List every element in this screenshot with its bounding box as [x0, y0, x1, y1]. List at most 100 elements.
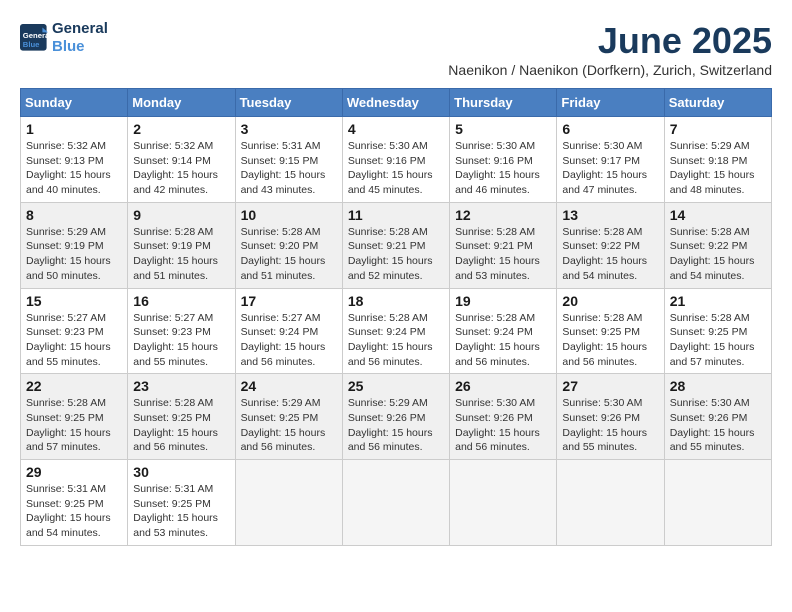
day-info: Sunrise: 5:30 AM Sunset: 9:16 PM Dayligh… — [455, 139, 551, 198]
day-number: 7 — [670, 121, 766, 137]
day-info: Sunrise: 5:31 AM Sunset: 9:25 PM Dayligh… — [26, 482, 122, 541]
calendar-cell — [235, 460, 342, 546]
sunset-text: Sunset: 9:25 PM — [26, 497, 122, 512]
sunset-text: Sunset: 9:19 PM — [133, 239, 229, 254]
calendar-cell: 22 Sunrise: 5:28 AM Sunset: 9:25 PM Dayl… — [21, 374, 128, 460]
sunset-text: Sunset: 9:14 PM — [133, 154, 229, 169]
calendar-cell: 8 Sunrise: 5:29 AM Sunset: 9:19 PM Dayli… — [21, 202, 128, 288]
day-number: 21 — [670, 293, 766, 309]
day-info: Sunrise: 5:28 AM Sunset: 9:20 PM Dayligh… — [241, 225, 337, 284]
sunset-text: Sunset: 9:25 PM — [133, 497, 229, 512]
sunrise-text: Sunrise: 5:30 AM — [562, 139, 658, 154]
sunrise-text: Sunrise: 5:29 AM — [241, 396, 337, 411]
sunrise-text: Sunrise: 5:30 AM — [562, 396, 658, 411]
sunrise-text: Sunrise: 5:30 AM — [455, 139, 551, 154]
calendar-cell: 2 Sunrise: 5:32 AM Sunset: 9:14 PM Dayli… — [128, 117, 235, 203]
day-info: Sunrise: 5:32 AM Sunset: 9:13 PM Dayligh… — [26, 139, 122, 198]
day-number: 27 — [562, 378, 658, 394]
daylight-text: Daylight: 15 hours and 45 minutes. — [348, 168, 444, 197]
day-info: Sunrise: 5:30 AM Sunset: 9:26 PM Dayligh… — [455, 396, 551, 455]
calendar-cell: 17 Sunrise: 5:27 AM Sunset: 9:24 PM Dayl… — [235, 288, 342, 374]
daylight-text: Daylight: 15 hours and 55 minutes. — [562, 426, 658, 455]
sunset-text: Sunset: 9:26 PM — [670, 411, 766, 426]
sunset-text: Sunset: 9:23 PM — [133, 325, 229, 340]
month-title: June 2025 — [448, 20, 772, 62]
calendar-cell: 5 Sunrise: 5:30 AM Sunset: 9:16 PM Dayli… — [450, 117, 557, 203]
sunset-text: Sunset: 9:26 PM — [348, 411, 444, 426]
sunrise-text: Sunrise: 5:29 AM — [670, 139, 766, 154]
daylight-text: Daylight: 15 hours and 56 minutes. — [348, 426, 444, 455]
daylight-text: Daylight: 15 hours and 42 minutes. — [133, 168, 229, 197]
daylight-text: Daylight: 15 hours and 56 minutes. — [348, 340, 444, 369]
daylight-text: Daylight: 15 hours and 51 minutes. — [133, 254, 229, 283]
day-number: 30 — [133, 464, 229, 480]
day-info: Sunrise: 5:28 AM Sunset: 9:24 PM Dayligh… — [455, 311, 551, 370]
day-number: 15 — [26, 293, 122, 309]
sunrise-text: Sunrise: 5:28 AM — [562, 311, 658, 326]
sunset-text: Sunset: 9:16 PM — [348, 154, 444, 169]
day-info: Sunrise: 5:29 AM Sunset: 9:26 PM Dayligh… — [348, 396, 444, 455]
sunrise-text: Sunrise: 5:31 AM — [26, 482, 122, 497]
sunrise-text: Sunrise: 5:31 AM — [241, 139, 337, 154]
sunrise-text: Sunrise: 5:30 AM — [670, 396, 766, 411]
day-info: Sunrise: 5:28 AM Sunset: 9:21 PM Dayligh… — [348, 225, 444, 284]
calendar-cell: 12 Sunrise: 5:28 AM Sunset: 9:21 PM Dayl… — [450, 202, 557, 288]
page-header: General Blue General Blue June 2025 Naen… — [20, 20, 772, 78]
sunrise-text: Sunrise: 5:29 AM — [26, 225, 122, 240]
sunset-text: Sunset: 9:25 PM — [670, 325, 766, 340]
calendar-cell: 20 Sunrise: 5:28 AM Sunset: 9:25 PM Dayl… — [557, 288, 664, 374]
sunrise-text: Sunrise: 5:32 AM — [26, 139, 122, 154]
calendar-cell: 9 Sunrise: 5:28 AM Sunset: 9:19 PM Dayli… — [128, 202, 235, 288]
calendar-cell: 13 Sunrise: 5:28 AM Sunset: 9:22 PM Dayl… — [557, 202, 664, 288]
calendar-cell — [342, 460, 449, 546]
col-monday: Monday — [128, 89, 235, 117]
day-info: Sunrise: 5:30 AM Sunset: 9:17 PM Dayligh… — [562, 139, 658, 198]
calendar-cell: 19 Sunrise: 5:28 AM Sunset: 9:24 PM Dayl… — [450, 288, 557, 374]
sunrise-text: Sunrise: 5:31 AM — [133, 482, 229, 497]
daylight-text: Daylight: 15 hours and 55 minutes. — [26, 340, 122, 369]
day-info: Sunrise: 5:29 AM Sunset: 9:25 PM Dayligh… — [241, 396, 337, 455]
day-number: 2 — [133, 121, 229, 137]
day-info: Sunrise: 5:30 AM Sunset: 9:16 PM Dayligh… — [348, 139, 444, 198]
calendar-cell — [450, 460, 557, 546]
day-number: 5 — [455, 121, 551, 137]
daylight-text: Daylight: 15 hours and 43 minutes. — [241, 168, 337, 197]
day-info: Sunrise: 5:28 AM Sunset: 9:21 PM Dayligh… — [455, 225, 551, 284]
calendar-cell: 15 Sunrise: 5:27 AM Sunset: 9:23 PM Dayl… — [21, 288, 128, 374]
calendar-cell: 24 Sunrise: 5:29 AM Sunset: 9:25 PM Dayl… — [235, 374, 342, 460]
daylight-text: Daylight: 15 hours and 56 minutes. — [455, 340, 551, 369]
day-number: 28 — [670, 378, 766, 394]
sunrise-text: Sunrise: 5:28 AM — [241, 225, 337, 240]
day-info: Sunrise: 5:28 AM Sunset: 9:22 PM Dayligh… — [670, 225, 766, 284]
sunrise-text: Sunrise: 5:28 AM — [562, 225, 658, 240]
sunrise-text: Sunrise: 5:28 AM — [670, 311, 766, 326]
day-info: Sunrise: 5:28 AM Sunset: 9:19 PM Dayligh… — [133, 225, 229, 284]
daylight-text: Daylight: 15 hours and 40 minutes. — [26, 168, 122, 197]
sunset-text: Sunset: 9:23 PM — [26, 325, 122, 340]
sunset-text: Sunset: 9:25 PM — [26, 411, 122, 426]
daylight-text: Daylight: 15 hours and 56 minutes. — [133, 426, 229, 455]
daylight-text: Daylight: 15 hours and 50 minutes. — [26, 254, 122, 283]
sunrise-text: Sunrise: 5:27 AM — [241, 311, 337, 326]
calendar-cell: 28 Sunrise: 5:30 AM Sunset: 9:26 PM Dayl… — [664, 374, 771, 460]
day-number: 9 — [133, 207, 229, 223]
calendar-cell: 18 Sunrise: 5:28 AM Sunset: 9:24 PM Dayl… — [342, 288, 449, 374]
location-title: Naenikon / Naenikon (Dorfkern), Zurich, … — [448, 62, 772, 78]
col-friday: Friday — [557, 89, 664, 117]
daylight-text: Daylight: 15 hours and 53 minutes. — [455, 254, 551, 283]
daylight-text: Daylight: 15 hours and 55 minutes. — [670, 426, 766, 455]
sunrise-text: Sunrise: 5:27 AM — [133, 311, 229, 326]
calendar-cell — [664, 460, 771, 546]
day-number: 22 — [26, 378, 122, 394]
sunset-text: Sunset: 9:22 PM — [670, 239, 766, 254]
sunset-text: Sunset: 9:21 PM — [348, 239, 444, 254]
calendar-cell: 10 Sunrise: 5:28 AM Sunset: 9:20 PM Dayl… — [235, 202, 342, 288]
calendar-cell: 4 Sunrise: 5:30 AM Sunset: 9:16 PM Dayli… — [342, 117, 449, 203]
week-row-2: 8 Sunrise: 5:29 AM Sunset: 9:19 PM Dayli… — [21, 202, 772, 288]
day-info: Sunrise: 5:30 AM Sunset: 9:26 PM Dayligh… — [562, 396, 658, 455]
calendar-cell — [557, 460, 664, 546]
day-info: Sunrise: 5:28 AM Sunset: 9:25 PM Dayligh… — [562, 311, 658, 370]
sunset-text: Sunset: 9:24 PM — [455, 325, 551, 340]
calendar-cell: 7 Sunrise: 5:29 AM Sunset: 9:18 PM Dayli… — [664, 117, 771, 203]
day-info: Sunrise: 5:28 AM Sunset: 9:25 PM Dayligh… — [133, 396, 229, 455]
